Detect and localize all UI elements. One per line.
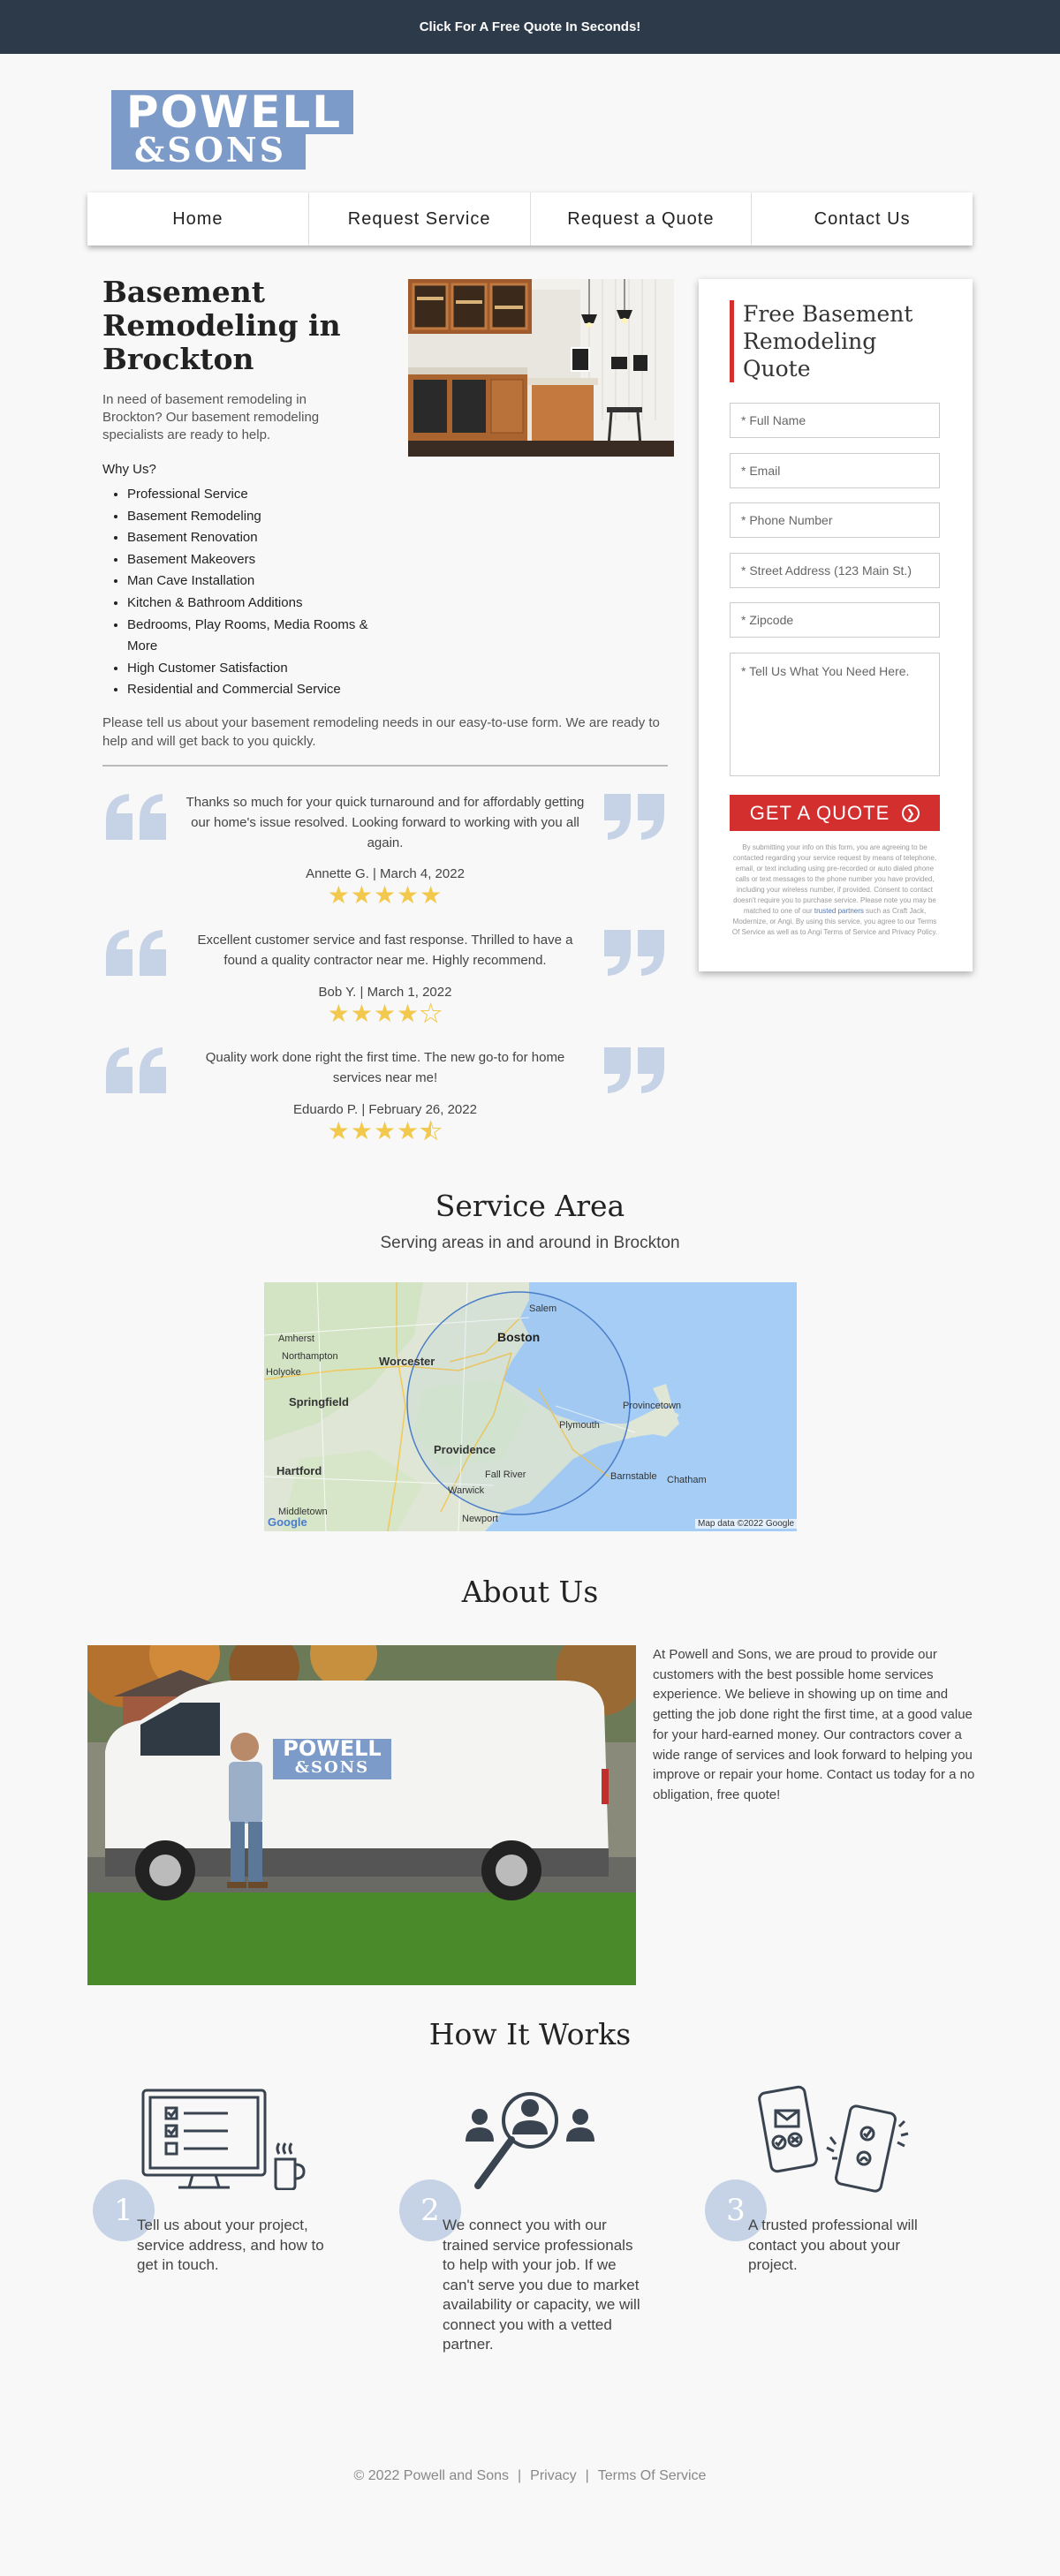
- main-nav: Home Request Service Request a Quote Con…: [87, 193, 973, 246]
- nav-request-service[interactable]: Request Service: [309, 193, 531, 246]
- list-item: Basement Renovation: [127, 527, 392, 549]
- list-item: Kitchen & Bathroom Additions: [127, 593, 392, 615]
- close-quote-icon: [604, 930, 664, 976]
- zipcode-field[interactable]: [730, 602, 940, 638]
- nav-request-quote[interactable]: Request a Quote: [531, 193, 753, 246]
- map-label: Newport: [462, 1514, 498, 1524]
- about-title: About Us: [461, 1575, 599, 1609]
- rating-stars: ★★★★★★: [327, 1117, 443, 1144]
- top-cta-bar: Click For A Free Quote In Seconds!: [0, 0, 1060, 54]
- trusted-partners-link[interactable]: trusted partners: [814, 907, 864, 915]
- computer-icon: [141, 2089, 306, 2190]
- review-card: Excellent customer service and fast resp…: [102, 926, 668, 1028]
- map-label: Northampton: [282, 1351, 338, 1362]
- search-people-icon: [466, 2092, 594, 2189]
- get-quote-button[interactable]: GET A QUOTE ❯: [730, 795, 940, 831]
- full-name-field[interactable]: [730, 403, 940, 438]
- phones-icon: [758, 2085, 909, 2193]
- map-label: Salem: [529, 1303, 557, 1314]
- step-text: A trusted professional will contact you …: [748, 2217, 918, 2273]
- review-text: Thanks so much for your quick turnaround…: [186, 795, 585, 850]
- terms-link[interactable]: Terms Of Service: [598, 2468, 707, 2483]
- map-label: Chatham: [667, 1475, 707, 1485]
- van-logo-line1: POWELL: [283, 1736, 382, 1761]
- form-disclaimer: By submitting your info on this form, yo…: [731, 843, 938, 936]
- arrow-right-icon: ❯: [902, 804, 920, 822]
- get-quote-label: GET A QUOTE: [749, 801, 890, 824]
- privacy-link[interactable]: Privacy: [530, 2468, 576, 2483]
- map-label: Providence: [434, 1443, 496, 1456]
- map-label: Barnstable: [610, 1471, 657, 1482]
- van-logo-line2: &SONS: [294, 1758, 370, 1777]
- map-label: Holyoke: [266, 1367, 301, 1378]
- map-label: Warwick: [448, 1485, 485, 1496]
- about-text: At Powell and Sons, we are proud to prov…: [653, 1647, 975, 1802]
- open-quote-icon: [106, 930, 166, 976]
- map-label: Plymouth: [559, 1420, 600, 1431]
- logo[interactable]: POWELL &SONS: [111, 87, 353, 170]
- address-field[interactable]: [730, 553, 940, 588]
- close-quote-icon: [604, 794, 664, 840]
- email-field[interactable]: [730, 453, 940, 488]
- closing-text: Please tell us about your basement remod…: [102, 715, 660, 749]
- how-it-works-title: How It Works: [428, 2017, 632, 2051]
- list-item: Residential and Commercial Service: [127, 679, 392, 701]
- van-photo: POWELL &SONS: [87, 1645, 636, 1985]
- nav-contact-us[interactable]: Contact Us: [752, 193, 973, 246]
- list-item: Professional Service: [127, 484, 392, 506]
- map-label: Amherst: [278, 1333, 314, 1344]
- review-author: Eduardo P. | February 26, 2022: [293, 1102, 477, 1117]
- review-text: Excellent customer service and fast resp…: [197, 933, 573, 968]
- map-label: Springfield: [289, 1395, 349, 1409]
- form-title: Free Basement Remodeling Quote: [730, 300, 950, 382]
- copyright: © 2022 Powell and Sons: [353, 2468, 509, 2483]
- google-logo: Google: [268, 1515, 307, 1529]
- nav-home[interactable]: Home: [87, 193, 309, 246]
- close-quote-icon: [604, 1047, 664, 1093]
- page-title: Basement Remodeling in Brockton: [102, 275, 341, 376]
- map-label: Boston: [497, 1330, 541, 1344]
- intro-text: In need of basement remodeling in Brockt…: [102, 392, 320, 442]
- map-label: Hartford: [276, 1464, 322, 1477]
- list-item: Man Cave Installation: [127, 570, 392, 593]
- service-area-subtitle: Serving areas in and around in Brockton: [380, 1234, 680, 1252]
- logo-line2: &SONS: [133, 130, 287, 170]
- open-quote-icon: [106, 1047, 166, 1093]
- review-author: Annette G. | March 4, 2022: [306, 866, 465, 881]
- step-text: Tell us about your project, service addr…: [137, 2217, 324, 2273]
- footer: © 2022 Powell and Sons | Privacy | Terms Of …: [353, 2468, 707, 2483]
- open-quote-icon: [106, 794, 166, 840]
- service-area-map[interactable]: Salem Amherst Northampton Worcester Bost…: [264, 1282, 797, 1531]
- basement-photo: [408, 279, 674, 457]
- map-attribution[interactable]: Map data ©2022 Google: [695, 1519, 797, 1529]
- review-author: Bob Y. | March 1, 2022: [318, 985, 452, 1000]
- list-item: Basement Makeovers: [127, 549, 392, 571]
- quote-form: Free Basement Remodeling Quote GET A QUO…: [699, 279, 973, 971]
- divider: [102, 765, 668, 767]
- rating-stars: ★★★★★: [327, 1000, 443, 1027]
- phone-field[interactable]: [730, 502, 940, 538]
- why-list: Professional Service Basement Remodeling…: [127, 484, 392, 701]
- list-item: Bedrooms, Play Rooms, Media Rooms & More: [127, 615, 392, 658]
- review-text: Quality work done right the first time. …: [205, 1050, 565, 1085]
- list-item: High Customer Satisfaction: [127, 658, 392, 680]
- service-area-title: Service Area: [435, 1189, 625, 1223]
- map-label: Worcester: [379, 1355, 435, 1368]
- free-quote-link[interactable]: Click For A Free Quote In Seconds!: [420, 19, 641, 34]
- map-label: Provincetown: [623, 1401, 682, 1411]
- rating-stars: ★★★★★: [327, 881, 443, 909]
- map-label: Fall River: [485, 1469, 526, 1480]
- review-card: Quality work done right the first time. …: [102, 1044, 668, 1145]
- review-card: Thanks so much for your quick turnaround…: [102, 790, 668, 909]
- why-heading: Why Us?: [102, 462, 156, 477]
- list-item: Basement Remodeling: [127, 506, 392, 528]
- message-field[interactable]: [730, 653, 940, 776]
- step-text: We connect you with our trained service …: [443, 2217, 640, 2353]
